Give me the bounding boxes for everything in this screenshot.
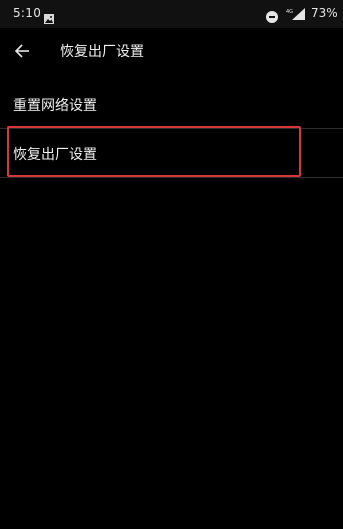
status-bar: 5:10 4G 73% — [0, 0, 343, 28]
status-time: 5:10 — [13, 6, 42, 20]
signal-icon: 4G — [286, 6, 306, 20]
do-not-disturb-icon — [266, 8, 278, 23]
network-badge: 4G — [286, 9, 293, 15]
list-item-factory-reset[interactable]: 恢复出厂设置 — [0, 129, 343, 179]
divider — [0, 177, 343, 178]
app-bar: 恢复出厂设置 — [0, 28, 343, 74]
battery-level: 73% — [311, 6, 338, 20]
photo-icon — [44, 9, 54, 24]
list-item-label: 重置网络设置 — [13, 98, 97, 114]
list-item-label: 恢复出厂设置 — [13, 147, 97, 163]
list-item-reset-network[interactable]: 重置网络设置 — [0, 80, 343, 130]
back-arrow-icon — [14, 44, 29, 58]
back-button[interactable] — [8, 38, 36, 64]
page-title: 恢复出厂设置 — [60, 44, 144, 60]
